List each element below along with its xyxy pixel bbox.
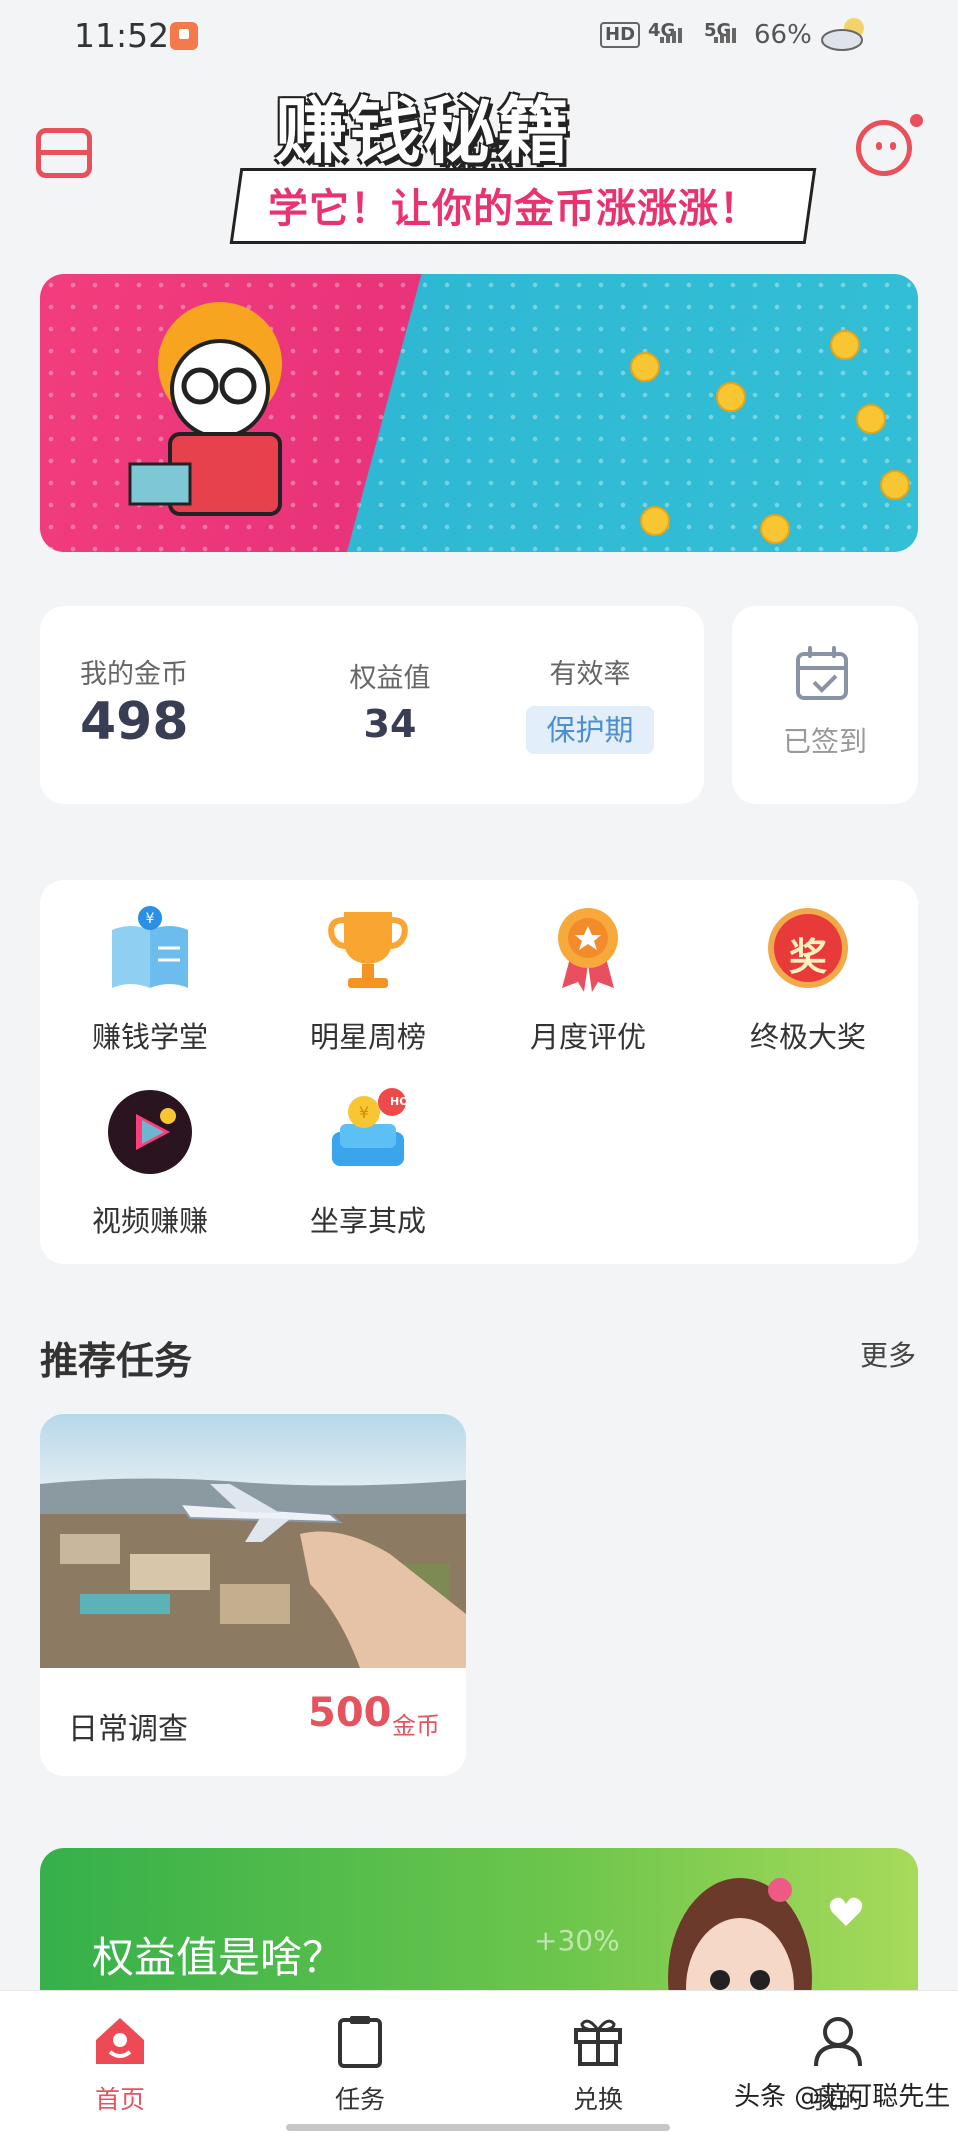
nav-label: 首页 xyxy=(94,2085,145,2114)
feature-star-weekly[interactable]: 明星周榜 xyxy=(268,904,468,1056)
heart-icon xyxy=(829,1897,863,1926)
my-coins-label: 我的金币 xyxy=(80,659,188,690)
user-icon xyxy=(814,2017,862,2067)
clipboard-icon xyxy=(338,2016,382,2068)
watermark: 头条 @范可聪先生 xyxy=(734,2082,951,2112)
status-time: 11:52 xyxy=(74,16,170,55)
cloudy-weather-icon xyxy=(821,18,864,51)
signal-icon xyxy=(660,24,684,43)
efficiency-label: 有效率 xyxy=(549,659,631,690)
prize-icon-text: 奖 xyxy=(788,935,827,979)
hd-icon: HD xyxy=(600,22,641,48)
feature-label: 终极大奖 xyxy=(749,1020,866,1054)
home-icon xyxy=(96,2018,144,2064)
rights-info-title: 权益值是啥？ xyxy=(92,1933,345,1982)
video-icon xyxy=(108,1090,192,1174)
feature-label: 明星周榜 xyxy=(309,1020,426,1054)
signin-card[interactable] xyxy=(732,606,918,804)
banner-subtitle: 学它！让你的金币涨涨涨！ xyxy=(268,186,760,232)
gift-icon xyxy=(574,2019,622,2066)
svg-text:¥: ¥ xyxy=(146,911,155,927)
feature-passive-earn[interactable]: ¥ HOT 坐享其成 xyxy=(268,1088,468,1240)
airplane-task-image xyxy=(40,1414,466,1668)
book-icon: ¥ xyxy=(112,906,188,988)
message-icon[interactable] xyxy=(856,120,912,176)
home-indicator[interactable] xyxy=(286,2124,670,2131)
feature-earn-school[interactable]: ¥ 赚钱学堂 xyxy=(50,904,250,1056)
feature-grand-prize[interactable]: 奖 终极大奖 xyxy=(708,904,908,1056)
promo-banner[interactable] xyxy=(40,274,918,552)
nav-label: 任务 xyxy=(334,2085,385,2114)
task-reward-unit: 金币 xyxy=(392,1712,440,1740)
nav-home[interactable]: 首页 xyxy=(50,2014,190,2116)
signin-status: 已签到 xyxy=(782,725,867,758)
more-link[interactable]: 更多 xyxy=(860,1334,916,1374)
rights-info-percent: +30% xyxy=(534,1924,620,1957)
nav-label: 兑换 xyxy=(572,2085,623,2114)
battery-level: 66% xyxy=(754,20,812,50)
medal-icon xyxy=(558,908,618,992)
feature-label: 赚钱学堂 xyxy=(91,1020,208,1054)
svg-text:¥: ¥ xyxy=(359,1103,369,1122)
notification-app-icon xyxy=(170,22,198,50)
notification-dot xyxy=(910,114,923,127)
rights-value-label: 权益值 xyxy=(349,663,431,694)
nav-tasks[interactable]: 任务 xyxy=(290,2014,430,2116)
banner-title: 赚钱秘籍 xyxy=(275,89,572,173)
feature-monthly-award[interactable]: 月度评优 xyxy=(488,904,688,1056)
section-title: 推荐任务 xyxy=(40,1339,193,1383)
signal-icon xyxy=(714,24,738,43)
feature-video-earn[interactable]: 视频赚赚 xyxy=(50,1088,250,1240)
hot-badge: HOT xyxy=(390,1095,417,1108)
reading-kid-illustration xyxy=(128,302,282,516)
my-coins-value[interactable]: 498 xyxy=(80,692,189,752)
task-name: 日常调查 xyxy=(68,1712,188,1747)
feature-label: 坐享其成 xyxy=(309,1204,426,1238)
trophy-icon xyxy=(328,912,408,988)
feature-label: 视频赚赚 xyxy=(91,1204,208,1238)
efficiency-status-badge[interactable]: 保护期 xyxy=(526,706,654,754)
task-reward-value: 500 xyxy=(308,1690,392,1736)
feature-label: 月度评优 xyxy=(529,1020,646,1054)
nav-exchange[interactable]: 兑换 xyxy=(528,2014,668,2116)
calendar-check-icon xyxy=(796,646,848,700)
rights-value[interactable]: 34 xyxy=(340,702,440,746)
